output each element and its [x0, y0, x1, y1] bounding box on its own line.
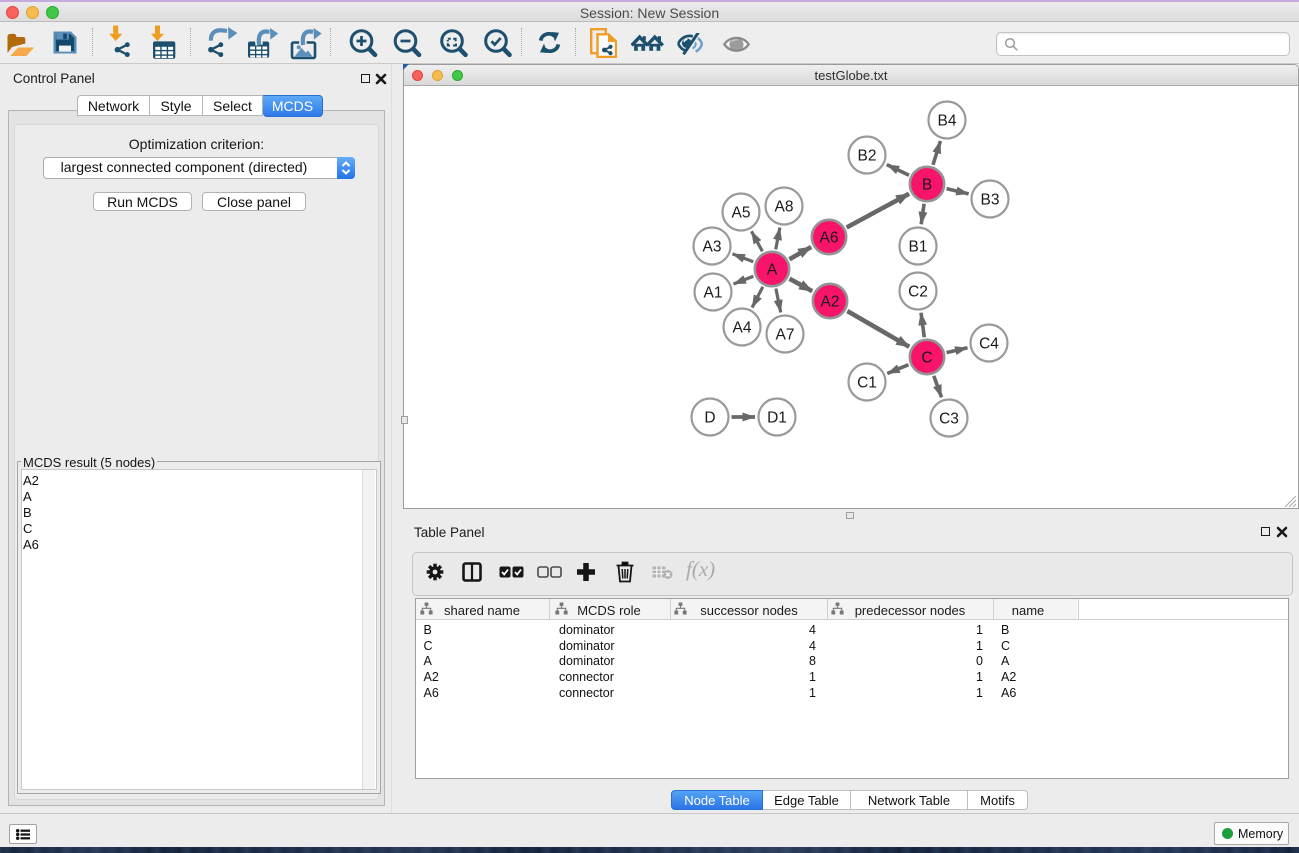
- svg-text:A4: A4: [733, 320, 752, 337]
- svg-text:D: D: [704, 410, 715, 427]
- svg-text:A7: A7: [776, 327, 795, 344]
- svg-text:B1: B1: [909, 239, 928, 256]
- svg-text:A2: A2: [821, 294, 840, 311]
- svg-text:C2: C2: [908, 284, 928, 301]
- svg-text:B3: B3: [981, 192, 1000, 209]
- svg-text:C4: C4: [979, 336, 999, 353]
- svg-text:C: C: [921, 350, 932, 367]
- svg-text:C3: C3: [939, 411, 959, 428]
- svg-text:A8: A8: [775, 199, 794, 216]
- svg-text:D1: D1: [767, 410, 787, 427]
- svg-text:A3: A3: [703, 239, 722, 256]
- svg-text:A5: A5: [732, 205, 751, 222]
- svg-text:B4: B4: [938, 113, 957, 130]
- svg-text:A1: A1: [704, 285, 723, 302]
- svg-text:B2: B2: [858, 148, 877, 165]
- svg-text:A: A: [767, 262, 778, 279]
- svg-text:A6: A6: [820, 230, 839, 247]
- svg-text:B: B: [922, 177, 932, 194]
- svg-text:C1: C1: [857, 375, 877, 392]
